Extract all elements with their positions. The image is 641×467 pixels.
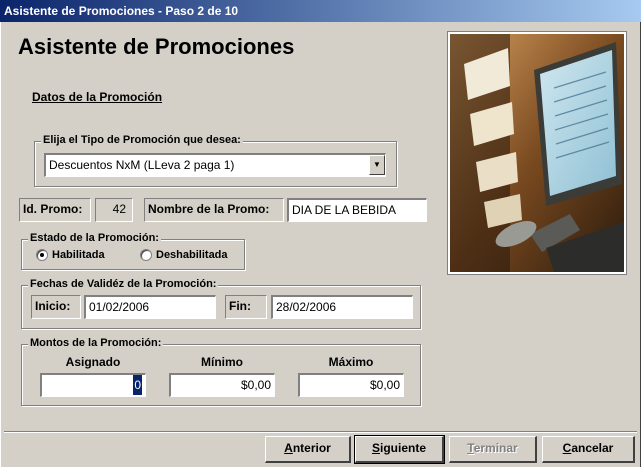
start-date-input[interactable]: 01/02/2006 [84, 295, 216, 319]
minimum-header: Mínimo [201, 355, 243, 369]
maximum-header: Máximo [328, 355, 374, 369]
promo-type-select[interactable]: Descuentos NxM (LLeva 2 paga 1) ▼ [44, 153, 386, 177]
next-button[interactable]: Siguiente [354, 435, 445, 464]
promo-name-label: Nombre de la Promo: [144, 198, 284, 222]
promo-type-group: Elija el Tipo de Promoción que desea: De… [34, 134, 397, 187]
start-date-label: Inicio: [31, 295, 81, 319]
radio-habilitada-label: Habilitada [52, 249, 105, 261]
wizard-heading: Asistente de Promociones [18, 34, 295, 59]
end-date-input[interactable]: 28/02/2006 [271, 295, 413, 319]
back-button[interactable]: Anterior [265, 436, 351, 463]
radio-habilitada[interactable]: Habilitada [36, 249, 105, 261]
promo-type-legend: Elija el Tipo de Promoción que desea: [41, 134, 243, 146]
promo-id-value: 42 [95, 198, 133, 222]
window-title: Asistente de Promociones - Paso 2 de 10 [4, 4, 239, 18]
chevron-down-icon[interactable]: ▼ [369, 155, 385, 175]
dates-legend: Fechas de Validéz de la Promoción: [28, 278, 219, 290]
promo-id-label: Id. Promo: [19, 198, 91, 222]
window-title-bar[interactable]: Asistente de Promociones - Paso 2 de 10 [0, 0, 641, 22]
radio-deshabilitada[interactable]: Deshabilitada [140, 249, 228, 261]
next-button-accel: S [371, 441, 380, 455]
section-title: Datos de la Promoción [32, 90, 163, 104]
amounts-group: Montos de la Promoción: Asignado Mínimo … [21, 337, 421, 406]
dates-group: Fechas de Validéz de la Promoción: Inici… [21, 278, 421, 329]
promo-name-input[interactable]: DIA DE LA BEBIDA [287, 198, 427, 222]
amounts-legend: Montos de la Promoción: [28, 337, 164, 349]
radio-deshabilitada-label: Deshabilitada [156, 249, 228, 261]
radio-checked-icon[interactable] [36, 249, 48, 261]
barcode-scanner-photo [447, 31, 627, 275]
end-date-label: Fin: [225, 295, 267, 319]
cancel-button-label: ancelar [571, 441, 614, 455]
assigned-input[interactable]: 0 [40, 373, 146, 397]
assigned-value: 0 [133, 375, 142, 395]
finish-button[interactable]: Terminar [449, 436, 537, 463]
bottom-separator [4, 431, 637, 433]
next-button-label: iguiente [380, 441, 427, 455]
minimum-input[interactable]: $0,00 [169, 373, 275, 397]
assigned-header: Asignado [65, 355, 121, 369]
status-group: Estado de la Promoción: Habilitada Desha… [21, 232, 245, 270]
back-button-label: nterior [292, 441, 331, 455]
cancel-button[interactable]: Cancelar [542, 436, 635, 463]
finish-button-label: erminar [473, 441, 518, 455]
promo-type-selected: Descuentos NxM (LLeva 2 paga 1) [49, 158, 235, 172]
status-legend: Estado de la Promoción: [28, 232, 161, 244]
maximum-input[interactable]: $0,00 [298, 373, 404, 397]
cancel-button-accel: C [562, 441, 572, 455]
back-button-accel: A [284, 441, 293, 455]
radio-unchecked-icon[interactable] [140, 249, 152, 261]
